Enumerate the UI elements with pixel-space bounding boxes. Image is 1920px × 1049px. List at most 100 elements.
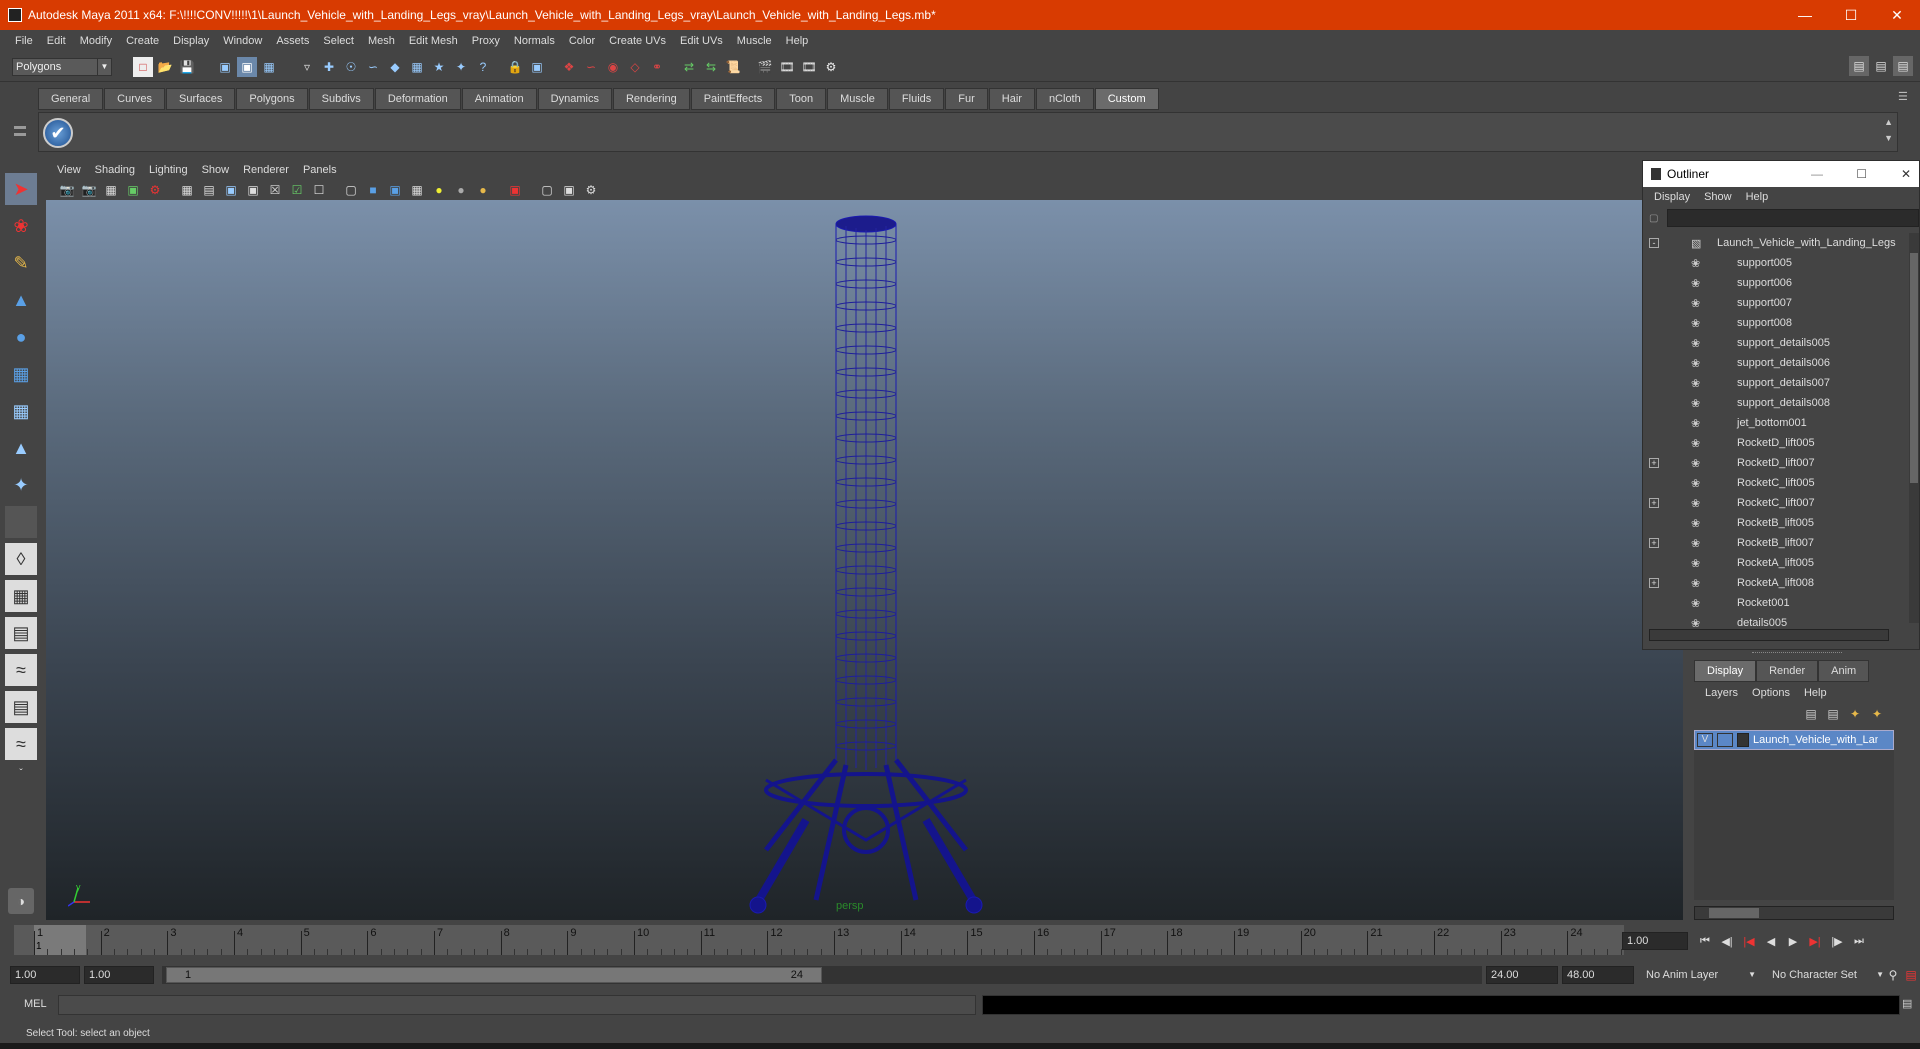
outliner-item[interactable]: ❀ support006 [1643,273,1909,293]
hypershade-icon[interactable]: ⚙ [821,57,841,77]
move-layer-down-icon[interactable]: ▤ [1823,704,1843,724]
mel-label[interactable]: MEL [24,998,47,1010]
layer-hscroll-thumb[interactable] [1709,908,1759,918]
menu-edit-uvs[interactable]: Edit UVs [673,30,730,52]
menu-edit-mesh[interactable]: Edit Mesh [402,30,465,52]
outliner-filter-input[interactable] [1667,209,1919,227]
character-set-selector[interactable]: No Character Set ▼ [1772,966,1884,984]
outliner-item[interactable]: ❀ RocketB_lift005 [1643,513,1909,533]
safe-action-icon[interactable]: ☑ [287,180,307,200]
go-to-end-icon[interactable]: ⏭ [1848,931,1870,951]
menu-select[interactable]: Select [316,30,361,52]
camera-attributes-icon[interactable]: 📷 [79,180,99,200]
menu-mesh[interactable]: Mesh [361,30,402,52]
select-object-icon[interactable]: ▣ [237,56,257,77]
shelf-tab-muscle[interactable]: Muscle [827,88,888,110]
input-ops-icon[interactable]: ⇄ [679,57,699,77]
single-perspective-layout-icon[interactable]: ◊ [5,543,37,575]
shelf-tab-fluids[interactable]: Fluids [888,88,945,110]
maximize-button[interactable]: ☐ [1828,0,1874,30]
render-frame-icon[interactable]: 🎬 [755,57,775,77]
step-forward-key-icon[interactable]: ▶| [1804,931,1826,951]
xray-icon[interactable]: ▢ [537,180,557,200]
shelf-tab-curves[interactable]: Curves [104,88,165,110]
outliner-hscroll[interactable] [1649,629,1889,641]
paint-select-tool-icon[interactable]: ✎ [5,247,37,279]
construction-history-icon[interactable]: 📜 [723,57,743,77]
layer-tab-anim[interactable]: Anim [1818,660,1870,682]
range-slider-handle[interactable]: 1 24 [166,967,822,983]
expand-toggle-icon[interactable]: + [1649,538,1659,548]
layer-menu-help[interactable]: Help [1797,682,1834,704]
layer-menu-layers[interactable]: Layers [1698,682,1745,704]
field-chart-icon[interactable]: ☒ [265,180,285,200]
render-mask-icon[interactable]: ✦ [451,57,471,77]
gate-mask-icon[interactable]: ▣ [243,180,263,200]
snap-live-icon[interactable]: ⚭ [647,57,667,77]
outliner-menu-display[interactable]: Display [1647,186,1697,208]
viewport-menu-renderer[interactable]: Renderer [236,159,296,181]
expand-toggle-icon[interactable]: + [1649,498,1659,508]
new-layer-selected-icon[interactable]: ✦ [1867,704,1887,724]
layer-tab-render[interactable]: Render [1756,660,1819,682]
menu-modify[interactable]: Modify [73,30,119,52]
shelf-tab-surfaces[interactable]: Surfaces [165,88,236,110]
menu-display[interactable]: Display [166,30,216,52]
xray-components-icon[interactable]: ⚙ [581,180,601,200]
outliner-item[interactable]: + ❀ RocketA_lift008 [1643,573,1909,593]
attribute-editor-toggle-icon[interactable]: ▤ [1849,56,1869,76]
menu-file[interactable]: File [8,30,40,52]
layer-hscroll[interactable] [1694,906,1894,920]
outliner-close-icon[interactable]: ✕ [1901,167,1911,181]
mask-icon[interactable]: ▿ [297,57,317,77]
film-gate-icon[interactable]: ▤ [199,180,219,200]
shelf-tab-custom[interactable]: Custom [1094,88,1159,110]
current-frame-field[interactable]: 1.00 [1622,932,1688,950]
snap-plane-icon[interactable]: ◇ [625,57,645,77]
shelf-tab-fur[interactable]: Fur [945,88,988,110]
outliner-minimize-icon[interactable]: — [1811,167,1823,181]
range-slider-track[interactable]: 1 24 [162,966,1482,984]
viewport-menu-show[interactable]: Show [195,159,237,181]
script-editor-icon[interactable]: ▤ [1902,997,1916,1011]
select-tool-icon[interactable]: ➤ [5,173,37,205]
menu-create-uvs[interactable]: Create UVs [602,30,673,52]
outliner-item[interactable]: ❀ Rocket001 [1643,593,1909,613]
animation-preferences-icon[interactable]: ▤ [1901,965,1920,985]
handle-mask-icon[interactable]: ✚ [319,57,339,77]
outliner-item[interactable]: ❀ support_details005 [1643,333,1909,353]
scale-tool-icon[interactable]: ▦ [5,358,37,390]
close-button[interactable]: ✕ [1874,0,1920,30]
expand-toggle-icon[interactable]: - [1649,238,1659,248]
shelf-tab-subdivs[interactable]: Subdivs [308,88,374,110]
new-layer-icon[interactable]: ✦ [1845,704,1865,724]
viewport-menu-panels[interactable]: Panels [296,159,344,181]
shelf-tab-general[interactable]: General [38,88,104,110]
anim-layer-selector[interactable]: No Anim Layer ▼ [1646,966,1756,984]
shelf-tab-polygons[interactable]: Polygons [236,88,308,110]
render-settings-icon[interactable]: 🎞 [799,57,819,77]
move-tool-icon[interactable]: ▲ [5,284,37,316]
menu-muscle[interactable]: Muscle [730,30,779,52]
select-hierarchy-icon[interactable]: ▣ [215,57,235,77]
snap-curve-icon[interactable]: ∽ [581,57,601,77]
shelf-scroll-up-icon[interactable]: ▲ [1884,117,1893,127]
viewport-menu-shading[interactable]: Shading [88,159,142,181]
two-d-pan-icon[interactable]: ⚙ [145,180,165,200]
scene-canvas[interactable]: y persp [46,200,1683,920]
menu-help[interactable]: Help [779,30,816,52]
shelf-tab-deformation[interactable]: Deformation [374,88,461,110]
expand-toggle-icon[interactable]: + [1649,578,1659,588]
select-component-icon[interactable]: ▦ [259,57,279,77]
menu-set-selector[interactable]: Polygons ▼ [12,57,112,76]
layer-row[interactable]: V Launch_Vehicle_with_Landing_Legs [1694,730,1894,750]
isolate-select-icon[interactable]: ▣ [505,180,525,200]
shelf-tab-hair[interactable]: Hair [988,88,1035,110]
wireframe-on-shaded-icon[interactable]: ▣ [385,180,405,200]
shelf-tab-toon[interactable]: Toon [776,88,827,110]
four-view-layout-icon[interactable]: ▦ [5,580,37,612]
shelf-tab-painteffects[interactable]: PaintEffects [690,88,776,110]
save-scene-icon[interactable]: 💾 [177,57,197,77]
minimize-button[interactable]: — [1782,0,1828,30]
graph-editor-layout-icon[interactable]: ≈ [5,728,37,760]
